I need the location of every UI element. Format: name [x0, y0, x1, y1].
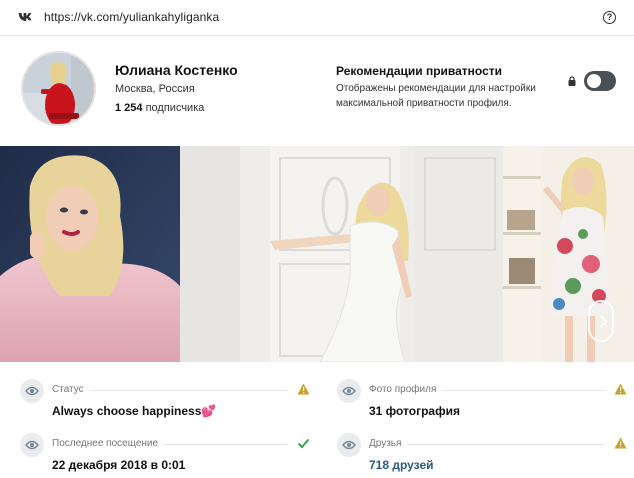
profile-photo-2[interactable]	[180, 146, 503, 362]
profile-location: Москва, Россия	[115, 83, 195, 95]
profile-photos-label: Фото профиля	[369, 384, 443, 395]
warning-icon	[614, 437, 627, 449]
privacy-toggle[interactable]	[584, 71, 616, 91]
warning-icon	[614, 383, 627, 395]
eye-icon	[20, 379, 44, 403]
warning-icon	[297, 383, 310, 395]
eye-icon	[337, 433, 361, 457]
info-status: Статус Always choose happiness💕	[20, 377, 310, 421]
check-icon	[297, 438, 310, 449]
profile-photos-value: 31 фотография	[369, 404, 460, 418]
eye-icon	[20, 433, 44, 457]
friends-link[interactable]: 718 друзей	[369, 458, 434, 472]
privacy-description: Отображены рекомендации для настройки ма…	[336, 83, 536, 109]
divider-line	[60, 390, 288, 391]
chevron-right-icon[interactable]	[588, 300, 614, 342]
info-profile-photos: Фото профиля 31 фотография	[337, 377, 627, 421]
friends-label: Друзья	[369, 438, 408, 449]
vk-logo-icon[interactable]	[18, 11, 34, 23]
status-label: Статус	[52, 384, 90, 395]
followers-count: 1 254	[115, 102, 143, 114]
profile-followers: 1 254 подписчика	[115, 102, 204, 114]
profile-name: Юлиана Костенко	[115, 62, 238, 78]
eye-icon	[337, 379, 361, 403]
profile-header: Юлиана Костенко Москва, Россия 1 254 под…	[0, 36, 634, 144]
divider-line	[377, 444, 605, 445]
url-text[interactable]: https://vk.com/yuliankahyliganka	[44, 10, 219, 24]
question-circle-icon[interactable]: ?	[603, 11, 616, 24]
followers-label: подписчика	[145, 102, 205, 114]
info-friends: Друзья 718 друзей	[337, 431, 627, 475]
profile-photo-3[interactable]	[503, 146, 634, 362]
last-seen-label: Последнее посещение	[52, 438, 165, 449]
info-last-seen: Последнее посещение 22 декабря 2018 в 0:…	[20, 431, 310, 475]
privacy-title: Рекомендации приватности	[336, 64, 503, 78]
lock-icon	[568, 76, 576, 86]
toggle-knob	[587, 74, 601, 88]
avatar[interactable]	[21, 51, 96, 126]
address-bar: https://vk.com/yuliankahyliganka ?	[0, 0, 634, 36]
profile-photo-1[interactable]	[0, 146, 180, 362]
last-seen-value: 22 декабря 2018 в 0:01	[52, 458, 186, 472]
status-value: Always choose happiness💕	[52, 404, 217, 418]
photo-strip	[0, 146, 634, 362]
